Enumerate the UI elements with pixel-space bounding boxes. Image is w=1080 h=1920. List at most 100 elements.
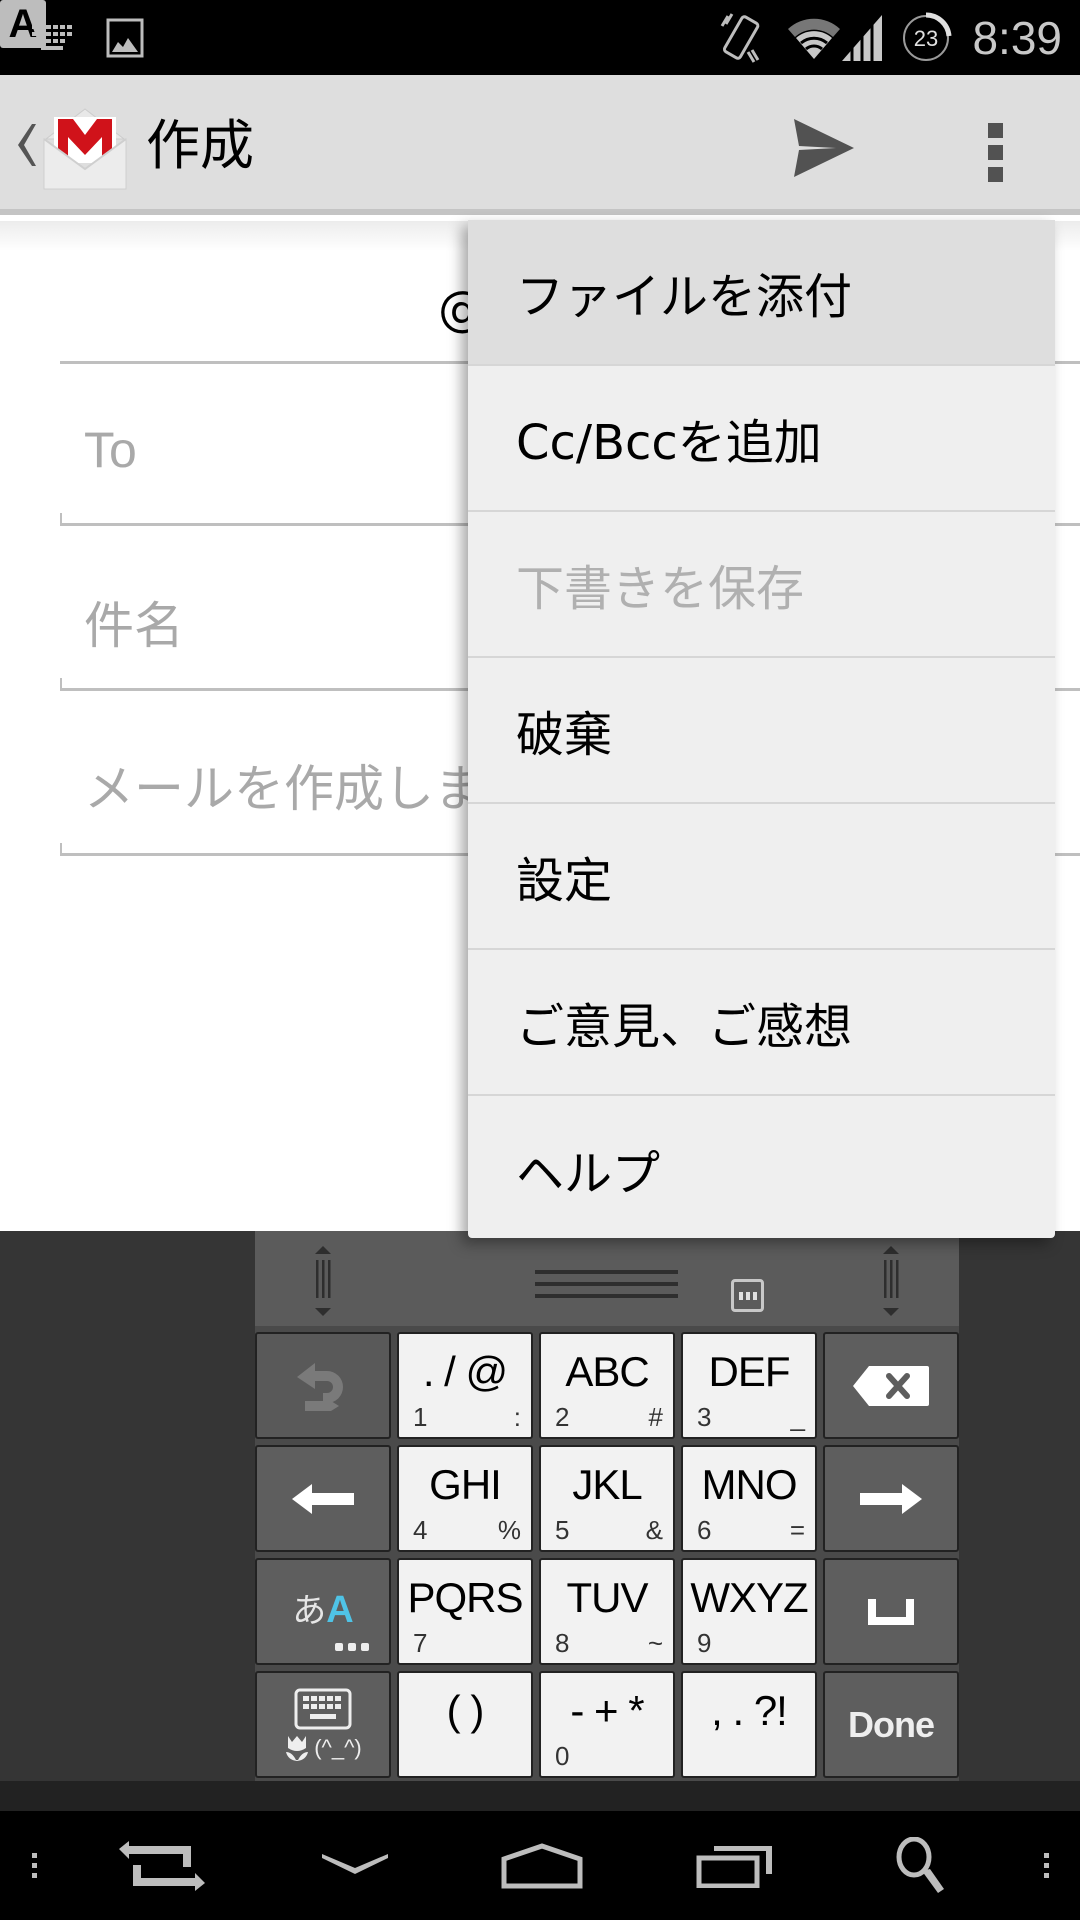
recent-apps-icon[interactable]: [686, 1811, 786, 1920]
key-main-label: GHI: [429, 1461, 502, 1508]
key-main-label: PQRS: [407, 1574, 523, 1621]
flower-icon: [286, 1735, 309, 1761]
backspace-icon: [825, 1334, 957, 1437]
key-sub-left: 6: [697, 1515, 712, 1545]
wifi-icon: [786, 0, 842, 75]
data-usage-icon: 23: [900, 0, 952, 75]
key-main-label: ( ): [446, 1687, 485, 1734]
key-6[interactable]: MNO 6 =: [681, 1445, 817, 1552]
key-sub-left: 3: [697, 1402, 712, 1432]
key-4[interactable]: GHI 4 %: [397, 1445, 533, 1552]
key-cursor-left[interactable]: [255, 1445, 391, 1552]
keyboard-bottom-strip: [0, 1781, 1080, 1811]
menu-item-label: 破棄: [516, 707, 613, 763]
menu-dots-left-icon[interactable]: [20, 1811, 50, 1920]
keyboard-icon: [32, 0, 76, 75]
mode-label-alpha: A: [326, 1589, 354, 1631]
key-sub-left: 2: [555, 1402, 570, 1432]
key-main-label: JKL: [572, 1461, 642, 1508]
resize-handle-left-icon[interactable]: [311, 1246, 335, 1316]
rotate-icon[interactable]: [112, 1811, 212, 1920]
key-sub-left: 8: [555, 1628, 570, 1658]
key-parens[interactable]: ( ): [397, 1671, 533, 1778]
resize-handle-right-icon[interactable]: [879, 1246, 903, 1316]
key-sub-right: =: [789, 1515, 805, 1545]
navigation-bar: [0, 1811, 1080, 1920]
key-9[interactable]: WXYZ 9: [681, 1558, 817, 1665]
menu-item-label: Cc/Bccを追加: [516, 415, 822, 471]
key-main-label: TUV: [566, 1574, 649, 1621]
menu-item-save-draft: 下書きを保存: [468, 512, 1055, 658]
menu-item-settings[interactable]: 設定: [468, 804, 1055, 950]
menu-item-label: ヘルプ: [516, 1146, 661, 1202]
key-8[interactable]: TUV 8 ~: [539, 1558, 675, 1665]
input-mode-toggle-icon: あ A: [257, 1560, 389, 1663]
hide-keyboard-icon[interactable]: [310, 1811, 400, 1920]
menu-item-label: 下書きを保存: [516, 561, 805, 617]
search-icon[interactable]: [880, 1811, 960, 1920]
key-space[interactable]: [823, 1558, 959, 1665]
key-undo[interactable]: [255, 1332, 391, 1439]
to-placeholder: To: [84, 422, 137, 478]
image-icon: [106, 0, 144, 75]
gmail-logo-icon[interactable]: [40, 103, 130, 193]
vibrate-icon: [720, 0, 764, 75]
menu-item-feedback[interactable]: ご意見、ご感想: [468, 950, 1055, 1096]
overflow-menu-icon[interactable]: [975, 113, 1015, 183]
key-5[interactable]: JKL 5 &: [539, 1445, 675, 1552]
key-sub-left: 1: [413, 1402, 428, 1432]
menu-item-label: ご意見、ご感想: [516, 999, 853, 1055]
key-sub-left: 0: [555, 1741, 570, 1771]
key-cursor-right[interactable]: [823, 1445, 959, 1552]
field-tick: [60, 513, 62, 523]
key-7[interactable]: PQRS 7: [397, 1558, 533, 1665]
page-title: 作成: [146, 114, 254, 177]
key-input-mode[interactable]: あ A: [255, 1558, 391, 1665]
clock: 8:39: [972, 11, 1062, 64]
menu-dots-right-icon[interactable]: [1032, 1811, 1062, 1920]
home-icon[interactable]: [490, 1811, 594, 1920]
key-2[interactable]: ABC 2 #: [539, 1332, 675, 1439]
back-chevron-icon[interactable]: [12, 120, 38, 170]
key-sub-right: ~: [647, 1628, 663, 1658]
cell-signal-icon: [840, 0, 884, 75]
keyboard-more-icon[interactable]: [731, 1279, 764, 1312]
menu-item-add-cc-bcc[interactable]: Cc/Bccを追加: [468, 366, 1055, 512]
keyboard-emoji-icon: (^_^): [257, 1673, 389, 1776]
keyboard-drag-grip-icon[interactable]: [535, 1270, 678, 1300]
emoticon-label: (^_^): [314, 1734, 362, 1760]
field-tick: [60, 843, 62, 853]
key-main-label: DEF: [708, 1348, 791, 1395]
done-label: Done: [848, 1703, 935, 1745]
key-main-label: MNO: [701, 1461, 798, 1508]
space-icon: [825, 1560, 957, 1663]
arrow-right-icon: [825, 1447, 957, 1550]
send-icon[interactable]: [790, 115, 860, 181]
key-done[interactable]: Done: [823, 1671, 959, 1778]
key-sub-right: #: [648, 1402, 663, 1432]
key-main-label: WXYZ: [690, 1574, 808, 1621]
field-tick: [60, 678, 62, 688]
undo-icon: [257, 1334, 389, 1437]
overflow-menu: ファイルを添付 Cc/Bccを追加 下書きを保存 破棄 設定 ご意見、ご感想 ヘ…: [468, 220, 1055, 1238]
mode-more-dots-icon: [335, 1643, 369, 1651]
key-backspace[interactable]: [823, 1332, 959, 1439]
mode-label-hiragana: あ: [292, 1591, 327, 1631]
subject-placeholder: 件名: [84, 598, 184, 654]
key-main-label: . / @: [422, 1348, 508, 1395]
key-0[interactable]: - + * 0: [539, 1671, 675, 1778]
key-sub-right: %: [497, 1515, 521, 1545]
arrow-left-icon: [257, 1447, 389, 1550]
key-punctuation[interactable]: , . ?!: [681, 1671, 817, 1778]
menu-item-help[interactable]: ヘルプ: [468, 1096, 1055, 1242]
body-placeholder: メールを作成しま: [84, 761, 484, 817]
key-sub-left: 7: [413, 1628, 428, 1658]
key-1[interactable]: . / @ 1 :: [397, 1332, 533, 1439]
key-main-label: - + *: [570, 1687, 644, 1734]
key-main-label: , . ?!: [711, 1687, 788, 1734]
action-bar: 作成: [0, 75, 1080, 215]
key-3[interactable]: DEF 3 _: [681, 1332, 817, 1439]
menu-item-attach-file[interactable]: ファイルを添付: [468, 220, 1055, 366]
key-keyboard-emoji[interactable]: (^_^): [255, 1671, 391, 1778]
menu-item-discard[interactable]: 破棄: [468, 658, 1055, 804]
